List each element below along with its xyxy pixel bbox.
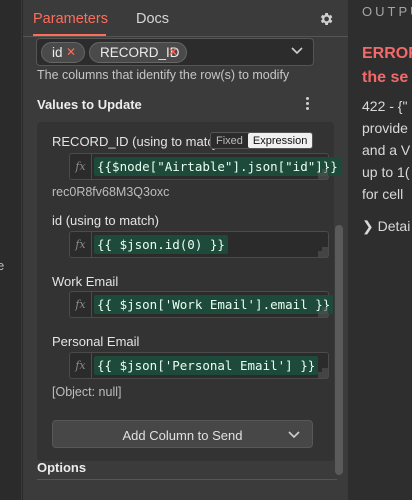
- fx-icon: fx: [70, 292, 92, 317]
- toggle-expression[interactable]: Expression: [247, 133, 313, 148]
- field-label-id: id (using to match): [52, 213, 159, 228]
- add-column-button[interactable]: Add Column to Send: [52, 420, 313, 448]
- panel-tabs: Parameters Docs: [23, 0, 348, 37]
- error-body-line: provide: [362, 120, 408, 136]
- fx-icon: fx: [70, 232, 92, 257]
- add-column-label: Add Column to Send: [122, 428, 243, 443]
- divider: [37, 479, 337, 480]
- chevron-right-icon: ❯: [362, 218, 374, 234]
- chevron-down-icon[interactable]: [291, 47, 303, 55]
- resize-handle[interactable]: [318, 169, 328, 179]
- values-to-update-list: RECORD_ID (using to match) fx {{$node["A…: [37, 122, 341, 461]
- expression-field-work-email[interactable]: fx {{ $json['Work Email'].email }}: [69, 291, 334, 318]
- details-toggle[interactable]: ❯ Detai: [362, 218, 410, 235]
- output-title: OUTPUT: [362, 4, 412, 19]
- tag-id: id ✕: [41, 42, 85, 63]
- left-sidebar-edge: e: [0, 0, 22, 500]
- field-label-work-email: Work Email: [52, 274, 119, 289]
- expression-field-id[interactable]: fx {{ $json.id(0) }}: [69, 231, 329, 258]
- fx-icon: fx: [70, 154, 92, 179]
- matching-columns-select[interactable]: id ✕ RECORD_ID ✕: [36, 38, 314, 66]
- tab-parameters[interactable]: Parameters: [33, 11, 108, 27]
- gear-icon[interactable]: [318, 11, 334, 27]
- close-icon[interactable]: ✕: [168, 43, 178, 62]
- active-tab-indicator: [33, 34, 106, 36]
- output-panel: OUTPUT ERROR the se 422 - {" provide and…: [348, 0, 412, 500]
- error-body-line: and a V: [362, 142, 411, 158]
- expression-result: [Object: null]: [52, 385, 122, 399]
- error-body-line: up to 1(: [362, 164, 410, 180]
- expression-field-record-id[interactable]: fx {{$node["Airtable"].json["id"]}}: [69, 153, 341, 180]
- fixed-expression-toggle[interactable]: Fixed Expression: [210, 132, 314, 149]
- error-title: ERROR the se: [362, 42, 412, 90]
- details-label: Detai: [377, 218, 411, 234]
- fx-icon: fx: [70, 353, 92, 378]
- expression-value[interactable]: {{$node["Airtable"].json["id"]}}: [94, 157, 341, 176]
- expression-value[interactable]: {{ $json['Work Email'].email }}: [94, 295, 334, 314]
- scrollbar[interactable]: [335, 37, 343, 497]
- matching-columns-hint: The columns that identify the row(s) to …: [37, 68, 290, 82]
- chevron-down-icon: [288, 431, 300, 439]
- resize-handle[interactable]: [318, 307, 328, 317]
- field-label-record-id: RECORD_ID (using to match): [52, 134, 226, 149]
- error-line: the se: [362, 69, 409, 86]
- expression-result: rec0R8fv68M3Q3oxc: [52, 185, 170, 199]
- error-body-line: for cell: [362, 186, 404, 202]
- error-message: 422 - {" provide and a V up to 1( for ce…: [362, 95, 410, 205]
- options-title: Options: [37, 460, 87, 475]
- tag-record-id: RECORD_ID ✕: [89, 42, 187, 63]
- cut-off-text: e: [0, 258, 5, 273]
- expression-value[interactable]: {{ $json.id(0) }}: [94, 235, 228, 254]
- resize-handle[interactable]: [318, 368, 328, 378]
- field-label-personal-email: Personal Email: [52, 334, 140, 349]
- tag-label: id: [52, 45, 63, 60]
- resize-handle[interactable]: [318, 247, 328, 257]
- close-icon[interactable]: ✕: [66, 43, 76, 62]
- tab-docs[interactable]: Docs: [136, 11, 169, 27]
- scrollbar-thumb[interactable]: [335, 225, 343, 475]
- node-parameters-panel: Parameters Docs id ✕ RECORD_ID ✕ The col…: [23, 0, 348, 500]
- error-body-line: 422 - {": [362, 98, 408, 114]
- kebab-menu-icon[interactable]: [306, 97, 310, 111]
- expression-value[interactable]: {{ $json['Personal Email'] }}: [94, 356, 319, 375]
- values-to-update-title: Values to Update: [37, 97, 142, 112]
- expression-field-personal-email[interactable]: fx {{ $json['Personal Email'] }}: [69, 352, 329, 379]
- toggle-fixed[interactable]: Fixed: [211, 133, 248, 148]
- error-line: ERROR: [362, 45, 412, 62]
